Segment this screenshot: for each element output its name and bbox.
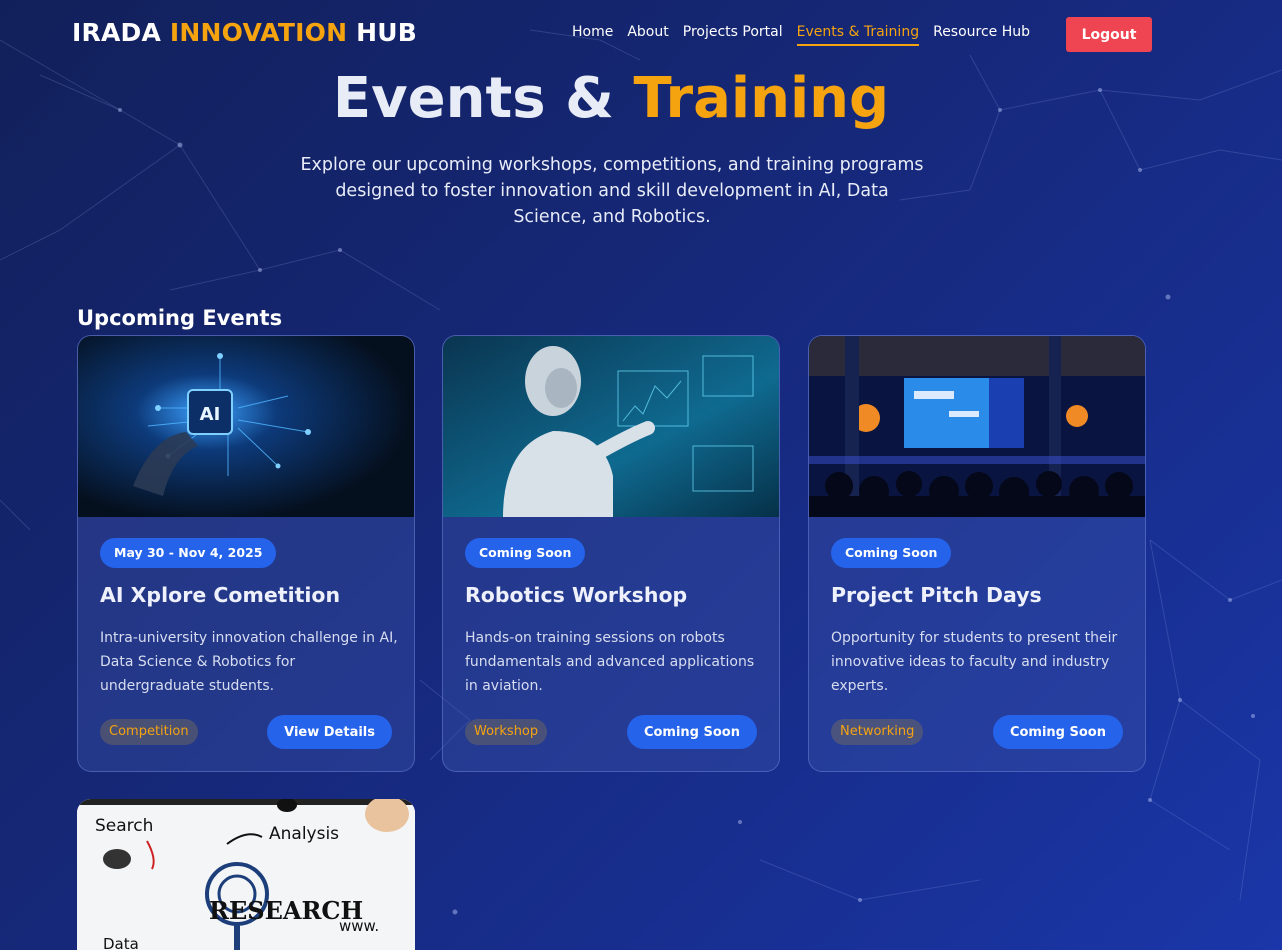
coming-soon-button[interactable]: Coming Soon <box>626 715 757 749</box>
conference-stage-image <box>809 336 1145 517</box>
page-title-part1: Events & <box>332 66 614 131</box>
upcoming-events-heading: Upcoming Events <box>77 306 283 330</box>
event-description: Hands-on training sessions on robots fun… <box>465 630 755 694</box>
brand-part1: IRADA <box>72 18 162 47</box>
event-category-tag: Workshop <box>465 719 548 745</box>
event-date-badge: May 30 - Nov 4, 2025 <box>100 538 277 568</box>
robot-image <box>443 336 779 517</box>
event-card-ai-xplore: AI May 30 - Nov 4, 2025 AI Xplore Cometi… <box>77 335 415 772</box>
svg-text:AI: AI <box>200 404 221 425</box>
page-title-part2: Training <box>633 66 890 131</box>
event-date-badge: Coming Soon <box>831 538 952 568</box>
event-card-research: Search Analysis RESEARCH Data www. <box>77 799 415 950</box>
logout-button[interactable]: Logout <box>1066 17 1152 52</box>
nav-resource-hub[interactable]: Resource Hub <box>933 24 1030 46</box>
event-description: Intra-university innovation challenge in… <box>100 630 398 694</box>
event-date-badge: Coming Soon <box>465 538 586 568</box>
site-header: IRADA INNOVATION HUB Home About Projects… <box>0 0 1282 68</box>
event-title: Robotics Workshop <box>465 583 688 607</box>
event-category-tag: Competition <box>100 719 198 745</box>
event-category-tag: Networking <box>831 719 924 745</box>
event-title: AI Xplore Cometition <box>100 583 341 607</box>
event-title: Project Pitch Days <box>831 583 1042 607</box>
coming-soon-button[interactable]: Coming Soon <box>992 715 1123 749</box>
research-sketch-image: Search Analysis RESEARCH Data www. <box>77 799 415 950</box>
ai-chip-image: AI <box>78 336 414 517</box>
brand-logo[interactable]: IRADA INNOVATION HUB <box>72 18 417 47</box>
nav-projects-portal[interactable]: Projects Portal <box>683 24 783 46</box>
nav-about[interactable]: About <box>627 24 668 46</box>
page-subtitle: Explore our upcoming workshops, competit… <box>300 155 924 227</box>
brand-part2: INNOVATION <box>169 18 348 47</box>
sketch-word-analysis: Analysis <box>269 824 339 844</box>
sketch-word-search: Search <box>95 816 153 836</box>
page-title: Events & Training <box>0 66 1222 131</box>
nav-events-training[interactable]: Events & Training <box>796 24 920 46</box>
event-description: Opportunity for students to present thei… <box>831 630 1118 694</box>
sketch-word-www: www. <box>339 917 379 935</box>
brand-part3: HUB <box>356 18 418 47</box>
main-nav: Home About Projects Portal Events & Trai… <box>572 24 1044 46</box>
sketch-word-data: Data <box>103 935 139 950</box>
event-card-robotics-workshop: Coming Soon Robotics Workshop Hands-on t… <box>442 335 780 772</box>
nav-home[interactable]: Home <box>572 24 613 46</box>
view-details-button[interactable]: View Details <box>267 715 392 749</box>
event-card-project-pitch-days: Coming Soon Project Pitch Days Opportuni… <box>808 335 1146 772</box>
